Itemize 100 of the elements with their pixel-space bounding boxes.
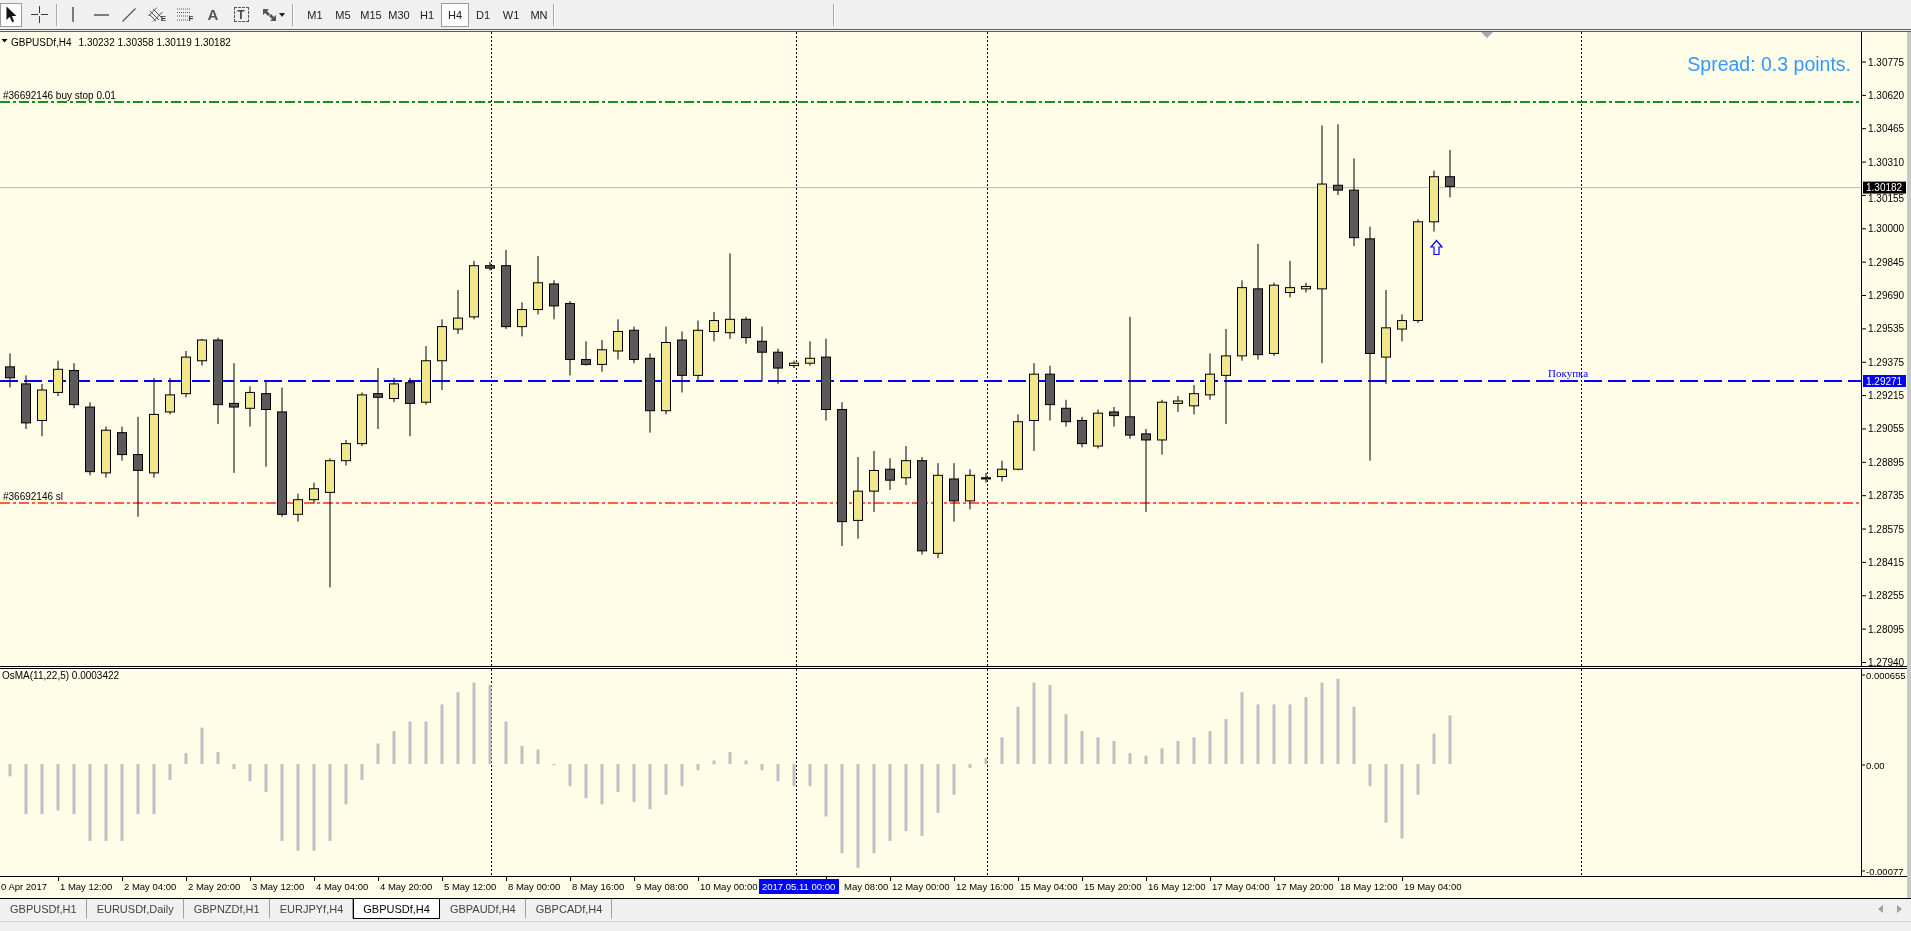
order-label: #36692146 sl bbox=[3, 491, 64, 502]
timeframe-button[interactable]: M1 bbox=[301, 2, 329, 27]
chart-tab[interactable]: GBPUSDf,H4 bbox=[353, 899, 440, 919]
histogram-bar bbox=[760, 764, 764, 771]
histogram-bar bbox=[1016, 706, 1020, 765]
histogram-bar bbox=[648, 764, 652, 810]
price-label: 1.28735 bbox=[1868, 490, 1905, 502]
price-label: 1.30310 bbox=[1868, 156, 1905, 168]
spread-label: Spread: 0.3 points. bbox=[1687, 53, 1851, 75]
timeframe-button[interactable]: M30 bbox=[385, 2, 413, 27]
chart-tab[interactable]: GBPCADf,H4 bbox=[525, 899, 613, 919]
bid-price-tag: 1.30182 bbox=[1863, 181, 1906, 194]
price-label: 1.29215 bbox=[1868, 390, 1905, 402]
time-label: 12 May 16:00 bbox=[956, 881, 1014, 892]
histogram-bar bbox=[824, 764, 828, 817]
histogram-bar bbox=[376, 743, 380, 765]
chart-tab[interactable]: GBPNZDf,H1 bbox=[183, 899, 270, 919]
level-label: Покупка bbox=[1548, 367, 1589, 379]
histogram-bar bbox=[232, 764, 236, 770]
price-label: 1.30000 bbox=[1868, 223, 1905, 235]
histogram-bar bbox=[584, 764, 588, 799]
histogram-bar bbox=[1352, 706, 1356, 765]
time-label: 2 May 04:00 bbox=[124, 881, 177, 892]
price-label: 1.30465 bbox=[1868, 123, 1905, 135]
price-label: 1.29055 bbox=[1868, 423, 1905, 435]
crosshair-icon bbox=[30, 6, 48, 23]
histogram-bar bbox=[968, 764, 972, 768]
text-label-button[interactable]: T bbox=[230, 2, 252, 27]
histogram-bar bbox=[136, 764, 140, 815]
histogram-bar bbox=[360, 764, 364, 780]
timeframe-button[interactable]: D1 bbox=[469, 2, 497, 27]
histogram-bar bbox=[440, 704, 444, 765]
price-label: 1.28575 bbox=[1868, 523, 1905, 535]
histogram-bar bbox=[8, 764, 12, 777]
histogram-bar bbox=[24, 764, 28, 815]
left-arrow-icon[interactable] bbox=[1878, 905, 1883, 913]
indicator-value-label: -0.00077 bbox=[1866, 865, 1904, 877]
histogram-bar bbox=[1432, 733, 1436, 765]
timeframe-button[interactable]: H1 bbox=[413, 2, 441, 27]
histogram-bar bbox=[936, 764, 940, 813]
histogram-bar bbox=[712, 760, 716, 765]
histogram-bar bbox=[1256, 704, 1260, 765]
time-label: May 08:00 bbox=[844, 881, 889, 892]
chart-tab[interactable]: GBPAUDf,H4 bbox=[439, 899, 526, 919]
time-label: 2 May 20:00 bbox=[188, 881, 241, 892]
histogram-bar bbox=[72, 764, 76, 815]
price-label: 1.29690 bbox=[1868, 290, 1905, 301]
histogram-bar bbox=[1272, 704, 1276, 765]
price-label: 1.30620 bbox=[1868, 89, 1905, 101]
timeframe-button[interactable]: M5 bbox=[329, 2, 357, 27]
histogram-bar bbox=[184, 753, 188, 765]
time-label: 1 May 12:00 bbox=[60, 881, 113, 892]
histogram-bar bbox=[1192, 737, 1196, 765]
histogram-bar bbox=[1112, 741, 1116, 765]
time-label: 15 May 04:00 bbox=[1020, 881, 1078, 892]
histogram-bar bbox=[1448, 715, 1452, 765]
histogram-bar bbox=[408, 721, 412, 765]
histogram-bar bbox=[1384, 764, 1388, 823]
histogram-bar bbox=[1080, 731, 1084, 765]
text-tool-button[interactable]: A bbox=[202, 2, 224, 27]
time-label: 9 May 08:00 bbox=[636, 881, 689, 892]
triangle-marker-icon[interactable] bbox=[1481, 32, 1493, 38]
double-arrow-icon bbox=[261, 7, 277, 22]
histogram-bar bbox=[600, 764, 604, 805]
price-label: 1.28255 bbox=[1868, 590, 1905, 602]
channel-button[interactable]: E bbox=[146, 2, 168, 27]
chart-tab[interactable]: EURUSDf,Daily bbox=[86, 899, 184, 919]
cursor-button[interactable] bbox=[0, 2, 22, 27]
dotted-lines-icon bbox=[176, 8, 191, 21]
price-label: 1.29535 bbox=[1868, 323, 1905, 335]
time-label: 4 May 20:00 bbox=[380, 881, 433, 892]
histogram-bar bbox=[808, 764, 812, 787]
fibonacci-button[interactable]: F bbox=[174, 2, 196, 27]
cursor-arrow-icon bbox=[5, 6, 17, 23]
right-arrow-icon[interactable] bbox=[1897, 905, 1902, 913]
time-label: 3 May 12:00 bbox=[252, 881, 305, 892]
histogram-bar bbox=[1128, 753, 1132, 765]
time-label: 12 May 00:00 bbox=[892, 881, 950, 892]
histogram-bar bbox=[56, 764, 60, 811]
order-label: #36692146 buy stop 0.01 bbox=[3, 90, 116, 101]
chart-tab[interactable]: GBPUSDf,H1 bbox=[0, 899, 87, 919]
price-label: 1.30155 bbox=[1868, 193, 1905, 205]
histogram-bar bbox=[680, 764, 684, 787]
time-label: 17 May 20:00 bbox=[1276, 881, 1334, 892]
histogram-bar bbox=[952, 764, 956, 795]
indicator-value-label: 0.000655 bbox=[1866, 669, 1906, 681]
histogram-bar bbox=[1144, 755, 1148, 765]
timeframe-button[interactable]: H4 bbox=[441, 2, 469, 27]
histogram-bar bbox=[1208, 731, 1212, 765]
histogram-bar bbox=[1096, 737, 1100, 765]
price-label: 1.28895 bbox=[1868, 456, 1905, 468]
diagonal-line-icon bbox=[122, 7, 136, 22]
histogram-bar bbox=[728, 751, 732, 765]
timeframe-button[interactable]: M15 bbox=[357, 2, 385, 27]
timeframe-button[interactable]: W1 bbox=[497, 2, 525, 27]
time-label: 4 May 04:00 bbox=[316, 881, 369, 892]
time-label: 8 May 16:00 bbox=[572, 881, 625, 892]
histogram-bar bbox=[1224, 719, 1228, 765]
price-label: 1.30775 bbox=[1868, 56, 1905, 68]
timeframe-button[interactable]: MN bbox=[525, 2, 553, 27]
